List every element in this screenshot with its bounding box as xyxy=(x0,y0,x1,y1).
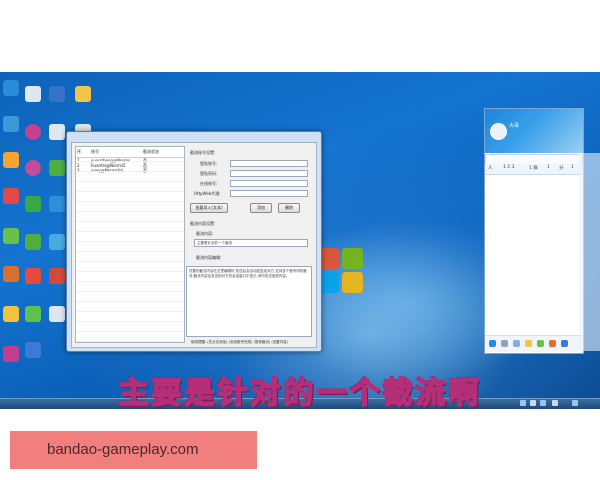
content-editor[interactable]: 您要的截流内容在这里编辑好,发送后会自动回复给对方,支持多个账号同时截流,截流内… xyxy=(186,266,312,337)
account-list[interactable]: 序 账号 截流状态 1 yuanzheng@Norms 否 2 huanfei@… xyxy=(75,146,185,343)
section-title: 截流账号设置: xyxy=(190,150,216,155)
desktop-icon[interactable] xyxy=(46,306,68,330)
window-body: 序 账号 截流状态 1 yuanzheng@Norms 否 2 huanfei@… xyxy=(71,142,317,348)
column-header: 截流状态 xyxy=(142,147,184,158)
desktop-icon[interactable] xyxy=(46,268,68,292)
folder-icon[interactable] xyxy=(525,340,532,347)
desktop-icon[interactable] xyxy=(22,160,44,184)
content-input[interactable]: 主要是针对的一个截流 xyxy=(194,239,308,247)
desktop-icon[interactable] xyxy=(0,228,22,252)
column-header: 账号 xyxy=(90,147,142,158)
desktop-icon[interactable] xyxy=(22,306,44,330)
field-label: 登陆账号: xyxy=(200,161,218,166)
desktop-icon[interactable] xyxy=(22,124,44,148)
desktop-icon[interactable] xyxy=(46,234,68,258)
desktop-icon[interactable] xyxy=(0,152,22,176)
desktop-icon[interactable] xyxy=(22,234,44,258)
tab-recent[interactable]: 1 xyxy=(547,165,550,170)
desktop-icon[interactable] xyxy=(72,86,94,110)
column-header: 序 xyxy=(76,147,90,158)
qq-header: 大哥 xyxy=(485,109,583,153)
login-account-input[interactable] xyxy=(230,160,308,167)
desktop-icon[interactable] xyxy=(0,80,22,104)
desktop-icon[interactable] xyxy=(46,196,68,220)
desktop-icon[interactable] xyxy=(0,306,22,330)
qq-toolbar xyxy=(485,335,583,352)
desktop-icon[interactable] xyxy=(0,188,22,212)
add-button[interactable]: 添加 xyxy=(250,203,272,213)
field-label: 在线账号: xyxy=(200,181,218,186)
message-icon[interactable] xyxy=(513,340,520,347)
proxy-input[interactable] xyxy=(230,190,308,197)
field-label: HttpWeb代理: xyxy=(194,191,221,196)
usage-hint: 使用提醒: (先点击添加) (添加账号完成) (登录截流) (设置内容) xyxy=(191,340,289,344)
desktop-icon[interactable] xyxy=(46,86,68,110)
qq-contact-list xyxy=(488,181,580,199)
menu-icon[interactable] xyxy=(489,340,496,347)
delete-button[interactable]: 删除 xyxy=(278,203,300,213)
tab-friends[interactable]: 人 xyxy=(488,165,493,171)
video-subtitle: 主要是针对的一个截流啊 xyxy=(118,375,482,412)
field-label: 截流内容: xyxy=(196,231,214,236)
qq-panel: 大哥 人 1 2 3 1 群 1 分 1 xyxy=(484,108,584,354)
tab-contacts[interactable]: 1 2 3 xyxy=(503,165,514,170)
field-label: 登陆密码: xyxy=(200,171,218,176)
desktop-icon[interactable] xyxy=(22,268,44,292)
side-panel xyxy=(579,153,600,351)
app-icon[interactable] xyxy=(537,340,544,347)
avatar[interactable] xyxy=(490,123,507,140)
qq-tab-bar: 人 1 2 3 1 群 1 分 1 xyxy=(485,164,583,175)
desktop-icon[interactable] xyxy=(0,116,22,140)
app-icon[interactable] xyxy=(561,340,568,347)
desktop-icon[interactable] xyxy=(46,160,68,184)
section-title: 截流内容设置: xyxy=(190,221,216,226)
tab-groups[interactable]: 1 群 xyxy=(529,165,538,171)
watermark-label: bandao-gameplay.com xyxy=(10,431,257,469)
desktop-icon[interactable] xyxy=(46,124,68,148)
tab-share[interactable]: 分 xyxy=(559,165,564,171)
list-grid xyxy=(76,161,184,342)
tab-more[interactable]: 1 xyxy=(571,165,574,170)
desktop-icon[interactable] xyxy=(22,342,44,366)
online-account-input[interactable] xyxy=(230,180,308,187)
list-item[interactable] xyxy=(488,190,580,199)
import-button[interactable]: 批量导入(文本) xyxy=(190,203,228,213)
content-value: 主要是针对的一个截流 xyxy=(197,241,232,245)
desktop-icon[interactable] xyxy=(0,266,22,290)
app-icon[interactable] xyxy=(549,340,556,347)
main-window: 序 账号 截流状态 1 yuanzheng@Norms 否 2 huanfei@… xyxy=(66,131,322,352)
field-label: 截流内容编辑: xyxy=(196,255,222,260)
login-password-input[interactable] xyxy=(230,170,308,177)
qq-username: 大哥 xyxy=(509,123,520,129)
editor-text: 您要的截流内容在这里编辑好,发送后会自动回复给对方,支持多个账号同时截流,截流内… xyxy=(189,269,307,278)
desktop-icon[interactable] xyxy=(22,86,44,110)
windows-logo xyxy=(318,248,364,294)
settings-icon[interactable] xyxy=(501,340,508,347)
desktop-icon[interactable] xyxy=(22,196,44,220)
desktop-icon[interactable] xyxy=(0,346,22,370)
list-item[interactable] xyxy=(488,181,580,190)
